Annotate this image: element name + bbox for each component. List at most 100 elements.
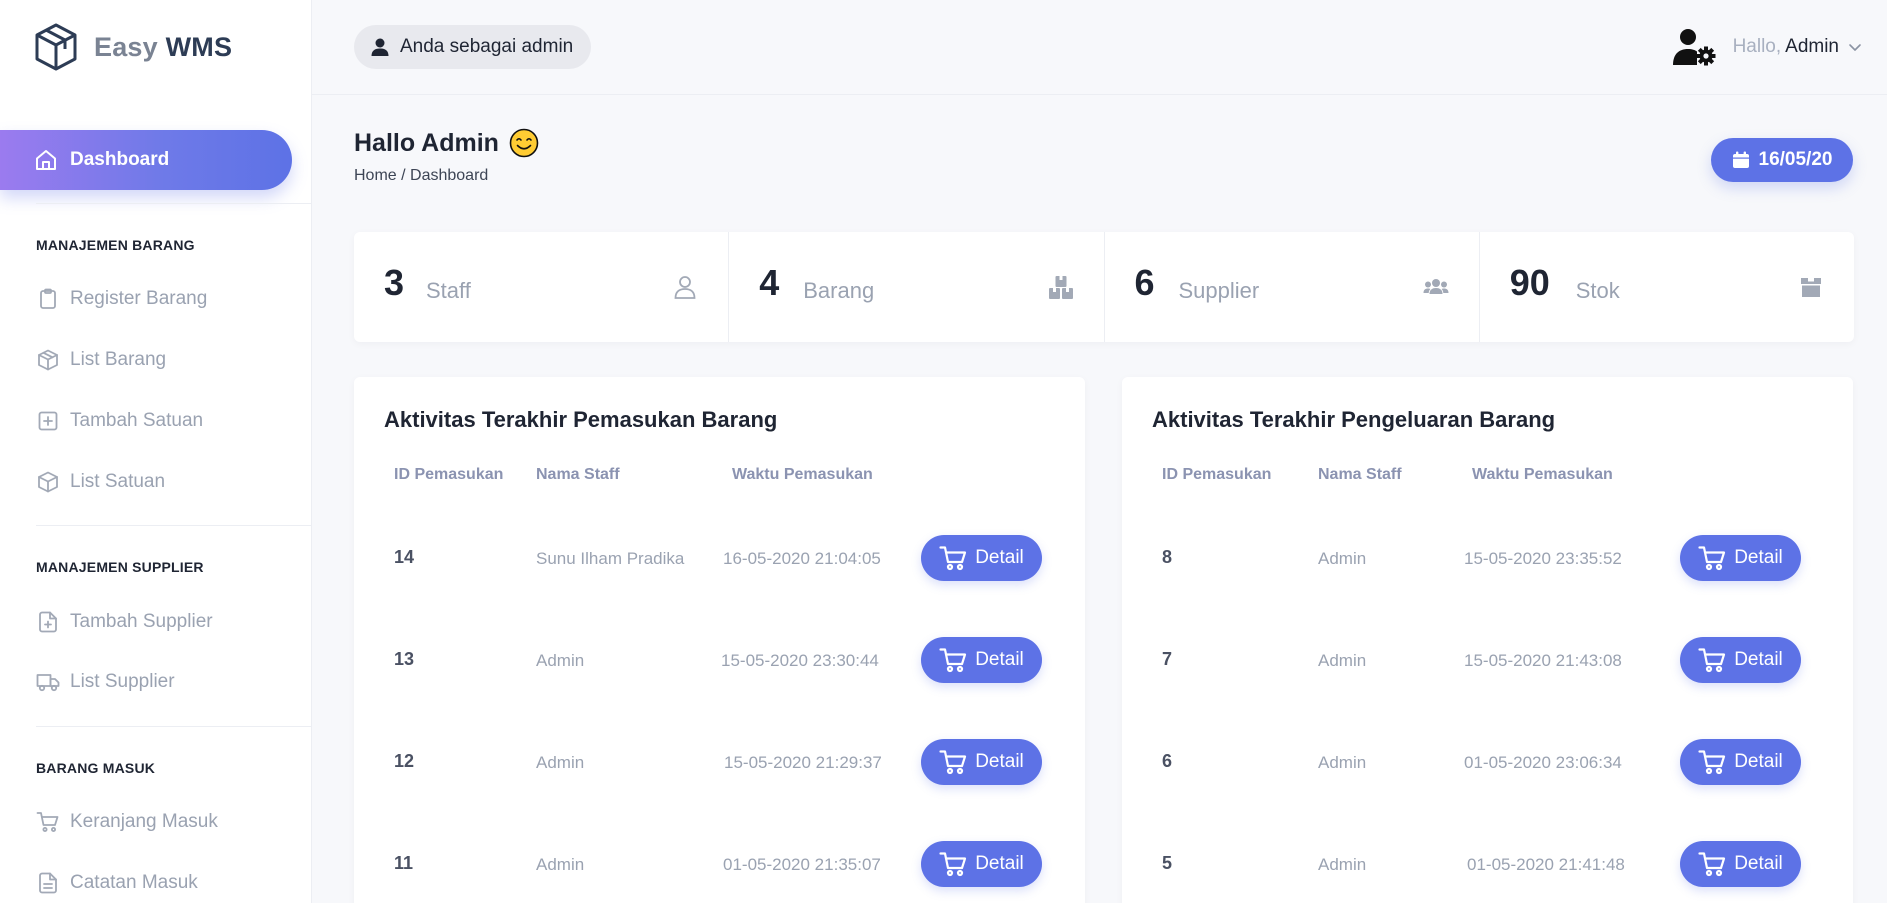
brand-name: Easy WMS [94, 32, 232, 63]
row-staff: Sunu Ilham Pradika [536, 549, 685, 568]
sidebar: Easy WMS Dashboard MANAJEMEN BARANG Regi… [0, 0, 312, 903]
date-text: 16/05/20 [1758, 149, 1833, 170]
row-time: 15-05-2020 23:30:44 [721, 651, 879, 670]
row-staff: Admin [1318, 549, 1367, 568]
stat-value: 4 [759, 262, 780, 303]
page-title: Hallo Admin [354, 128, 539, 158]
detail-button[interactable]: Detail [921, 739, 1042, 785]
table-row: 14 Sunu Ilham Pradika 16-05-2020 21:04:0… [354, 535, 1085, 581]
sidebar-item-label: Tambah Supplier [70, 611, 213, 632]
cart-icon [36, 812, 59, 832]
detail-button[interactable]: Detail [921, 637, 1042, 683]
column-header-staff: Nama Staff [1318, 466, 1402, 483]
table-row: 6 Admin 01-05-2020 23:06:34 Detail [1122, 739, 1853, 785]
greeting-text: Hallo, [1732, 36, 1782, 57]
row-time: 01-05-2020 21:41:48 [1467, 855, 1625, 874]
detail-button-label: Detail [975, 547, 1024, 568]
clipboard-icon [40, 288, 56, 309]
stat-label: Supplier [1178, 278, 1260, 303]
sidebar-item-label: List Satuan [70, 471, 166, 492]
role-badge: Anda sebagai admin [354, 25, 592, 69]
page-title-text: Hallo Admin [354, 128, 499, 157]
row-id: 14 [394, 547, 415, 567]
cart-icon [939, 648, 967, 673]
detail-button[interactable]: Detail [1680, 841, 1801, 887]
sidebar-item-dashboard[interactable]: Dashboard [0, 130, 292, 190]
user-menu[interactable]: Hallo, Admin [1672, 26, 1863, 68]
detail-button[interactable]: Detail [1680, 739, 1801, 785]
cart-icon [1698, 648, 1726, 673]
user-name: Admin [1785, 36, 1839, 57]
stat-value: 3 [384, 262, 405, 303]
stat-barang: 4 Barang [729, 232, 1105, 342]
row-time: 01-05-2020 21:35:07 [723, 855, 881, 874]
card-title: Aktivitas Terakhir Pemasukan Barang [384, 407, 778, 432]
row-id: 11 [394, 853, 414, 873]
sidebar-item-label: Register Barang [70, 288, 208, 309]
row-staff: Admin [536, 651, 585, 670]
topbar: Anda sebagai admin Hallo, Admin [312, 0, 1887, 95]
users-icon [1423, 279, 1449, 294]
user-icon [371, 38, 389, 56]
table-row: 5 Admin 01-05-2020 21:41:48 Detail [1122, 841, 1853, 887]
sidebar-item-label: Catatan Masuk [70, 872, 198, 893]
cart-icon [939, 750, 967, 775]
cart-icon [939, 852, 967, 877]
row-id: 13 [394, 649, 415, 669]
stat-label: Stok [1575, 278, 1620, 303]
stat-label: Staff [426, 278, 471, 303]
archive-icon [1801, 278, 1821, 297]
stat-value: 90 [1509, 262, 1550, 303]
row-id: 7 [1162, 649, 1173, 669]
role-label: Anda sebagai admin [400, 36, 574, 57]
row-time: 15-05-2020 23:35:52 [1464, 549, 1622, 568]
cart-icon [1698, 852, 1726, 877]
detail-button[interactable]: Detail [1680, 535, 1801, 581]
row-time: 16-05-2020 21:04:05 [723, 549, 881, 568]
column-header-time: Waktu Pemasukan [732, 466, 873, 483]
column-header-id: ID Pemasukan [394, 466, 504, 483]
detail-button-label: Detail [1734, 547, 1783, 568]
date-badge[interactable]: 16/05/20 [1711, 138, 1853, 182]
incoming-activity-card: Aktivitas Terakhir Pemasukan Barang ID P… [354, 377, 1085, 903]
sidebar-item-register-barang[interactable]: Register Barang [36, 284, 207, 314]
sidebar-item-list-satuan[interactable]: List Satuan [36, 467, 165, 497]
stat-stok: 90 Stok [1480, 232, 1854, 342]
sidebar-item-list-barang[interactable]: List Barang [36, 345, 166, 375]
home-icon [36, 150, 56, 170]
detail-button[interactable]: Detail [921, 841, 1042, 887]
table-row: 8 Admin 15-05-2020 23:35:52 Detail [1122, 535, 1853, 581]
row-id: 6 [1162, 751, 1173, 771]
sidebar-item-keranjang-masuk[interactable]: Keranjang Masuk [36, 807, 218, 837]
section-title-barang-masuk: BARANG MASUK [36, 760, 156, 776]
sidebar-divider [36, 203, 311, 204]
column-header-time: Waktu Pemasukan [1472, 466, 1613, 483]
row-staff: Admin [536, 855, 585, 874]
smiley-icon [509, 128, 539, 158]
detail-button-label: Detail [1734, 751, 1783, 772]
card-title: Aktivitas Terakhir Pengeluaran Barang [1152, 407, 1556, 432]
table-row: 11 Admin 01-05-2020 21:35:07 Detail [354, 841, 1085, 887]
sidebar-item-catatan-masuk[interactable]: Catatan Masuk [36, 868, 198, 898]
detail-button[interactable]: Detail [921, 535, 1042, 581]
brand-name-part2: WMS [165, 31, 233, 62]
detail-button-label: Detail [975, 751, 1024, 772]
app: Easy WMS Dashboard MANAJEMEN BARANG Regi… [0, 0, 1887, 903]
row-id: 8 [1162, 547, 1173, 567]
brand-name-part1: Easy [94, 31, 158, 62]
stat-supplier: 6 Supplier [1105, 232, 1480, 342]
sidebar-item-label: List Barang [70, 349, 167, 370]
sidebar-item-tambah-satuan[interactable]: Tambah Satuan [36, 406, 203, 436]
sidebar-item-tambah-supplier[interactable]: Tambah Supplier [36, 607, 213, 637]
detail-button[interactable]: Detail [1680, 637, 1801, 683]
detail-button-label: Detail [1734, 649, 1783, 670]
brand[interactable]: Easy WMS [34, 22, 232, 72]
sidebar-item-list-supplier[interactable]: List Supplier [36, 667, 175, 697]
sidebar-item-label: Tambah Satuan [70, 410, 204, 431]
row-time: 15-05-2020 21:29:37 [724, 753, 882, 772]
file-plus-icon [39, 611, 57, 633]
section-title-manajemen-barang: MANAJEMEN BARANG [36, 237, 195, 253]
stats-panel: 3 Staff 4 Barang 6 Supplier 90 Stok [354, 232, 1854, 342]
box-icon [38, 471, 58, 493]
detail-button-label: Detail [975, 649, 1024, 670]
